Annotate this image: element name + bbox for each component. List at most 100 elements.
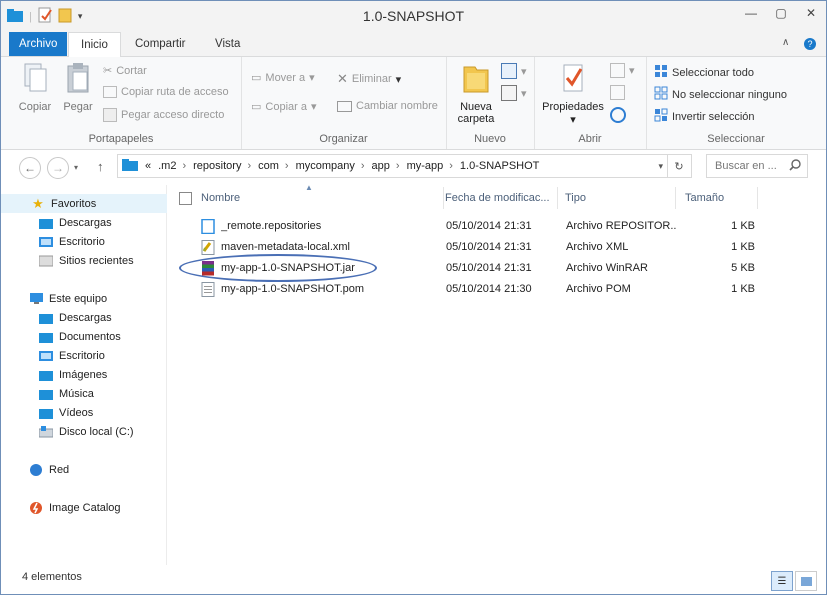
properties-icon — [540, 61, 606, 98]
breadcrumb-item[interactable]: mycompany — [296, 160, 355, 172]
nav-label: Este equipo — [49, 292, 108, 305]
properties-button[interactable]: Propiedades ▾ — [540, 61, 606, 126]
breadcrumb-item[interactable]: 1.0-SNAPSHOT — [460, 160, 539, 172]
refresh-button[interactable]: ↻ — [667, 154, 692, 178]
nav-pc-pictures[interactable]: Imágenes — [1, 365, 165, 384]
address-row: ← → ▾ ↑ « .m2 › repository › com › mycom… — [1, 150, 826, 184]
new-folder-label-2: carpeta — [457, 113, 495, 125]
nav-favorites[interactable]: ★ Favoritos — [1, 194, 195, 213]
details-view-button[interactable]: ☰ — [771, 571, 793, 591]
paste-button[interactable]: Pegar — [59, 61, 97, 113]
address-bar[interactable]: « .m2 › repository › com › mycompany › a… — [117, 154, 668, 178]
group-open: Propiedades ▾ ▾ Abrir — [534, 57, 647, 149]
breadcrumb-item[interactable]: .m2 — [158, 160, 176, 172]
chevron-right-icon[interactable]: › — [182, 160, 186, 172]
nav-fav-desktop[interactable]: Escritorio — [1, 232, 165, 251]
nav-label: Favoritos — [51, 197, 97, 210]
nav-pc-desktop[interactable]: Escritorio — [1, 346, 165, 365]
help-icon[interactable]: ? — [804, 38, 816, 50]
edit-button[interactable] — [610, 85, 625, 100]
navigation-pane: ★ Favoritos Descargas Escritorio Sitios r… — [1, 185, 195, 565]
xml-file-icon — [201, 240, 215, 255]
delete-icon: ✕ — [337, 71, 348, 86]
column-size[interactable]: Tamaño — [685, 187, 758, 209]
network-icon — [29, 463, 43, 476]
nav-pc-documents[interactable]: Documentos — [1, 327, 165, 346]
new-item-button[interactable]: ▾ — [501, 63, 527, 79]
nav-network[interactable]: Red — [1, 460, 165, 479]
search-box[interactable]: Buscar en ... — [706, 154, 808, 178]
cut-label: Cortar — [116, 64, 147, 77]
dropdown-icon: ▾ — [310, 101, 317, 113]
select-none-label: No seleccionar ninguno — [672, 88, 787, 101]
table-row[interactable]: maven-metadata-local.xml 05/10/2014 21:3… — [197, 237, 797, 258]
nav-pc-local-disk[interactable]: Disco local (C:) — [1, 422, 165, 441]
properties-label: Propiedades — [542, 101, 604, 113]
tab-home[interactable]: Inicio — [68, 32, 121, 58]
nav-fav-recent[interactable]: Sitios recientes — [1, 251, 165, 270]
minimize-icon[interactable]: — — [736, 1, 766, 25]
file-name: _remote.repositories — [221, 220, 322, 232]
chevron-right-icon[interactable]: › — [361, 160, 365, 172]
nav-pc-downloads[interactable]: Descargas — [1, 308, 165, 327]
address-dropdown-icon[interactable]: ▾ — [658, 161, 663, 172]
select-all-checkbox[interactable] — [179, 192, 192, 205]
cut-button[interactable]: ✂ Cortar — [103, 64, 147, 78]
move-to-button[interactable]: ▭ Mover a ▾ — [251, 71, 315, 85]
table-row[interactable]: my-app-1.0-SNAPSHOT.jar 05/10/2014 21:31… — [197, 258, 797, 279]
chevron-right-icon[interactable]: › — [396, 160, 400, 172]
paste-shortcut-button[interactable]: Pegar acceso directo — [103, 108, 224, 122]
tab-view[interactable]: Vista — [203, 32, 252, 56]
arrow-right-icon: → — [52, 161, 64, 175]
breadcrumb-overflow[interactable]: « — [145, 160, 151, 172]
close-icon[interactable]: ✕ — [796, 1, 826, 25]
breadcrumb-item[interactable]: app — [372, 160, 390, 172]
easy-access-button[interactable]: ▾ — [501, 85, 527, 101]
select-none-button[interactable]: No seleccionar ninguno — [654, 86, 787, 103]
copy-button[interactable]: Copiar — [15, 61, 55, 113]
breadcrumb-item[interactable]: repository — [193, 160, 241, 172]
rename-button[interactable]: Cambiar nombre — [337, 100, 438, 112]
nav-fav-downloads[interactable]: Descargas — [1, 213, 165, 232]
breadcrumb-item[interactable]: my-app — [407, 160, 444, 172]
group-label-organize: Organizar — [319, 133, 368, 145]
open-button[interactable]: ▾ — [610, 63, 635, 78]
generic-file-icon — [201, 218, 215, 235]
new-folder-button[interactable]: Nueva carpeta — [454, 61, 498, 125]
select-all-button[interactable]: Seleccionar todo — [654, 64, 754, 81]
tab-file[interactable]: Archivo — [9, 32, 68, 56]
recent-locations-icon[interactable]: ▾ — [74, 163, 78, 172]
tab-share[interactable]: Compartir — [123, 32, 197, 56]
table-row[interactable]: my-app-1.0-SNAPSHOT.pom 05/10/2014 21:30… — [197, 279, 797, 300]
column-date[interactable]: Fecha de modificac... — [445, 187, 558, 209]
breadcrumb-item[interactable]: com — [258, 160, 279, 172]
large-icons-view-button[interactable] — [795, 571, 817, 591]
file-type: Archivo XML — [566, 241, 629, 253]
maximize-icon[interactable]: ▢ — [766, 1, 796, 25]
delete-button[interactable]: ✕ Eliminar ▾ — [337, 71, 401, 87]
table-row[interactable]: _remote.repositories 05/10/2014 21:31 Ar… — [197, 216, 797, 237]
minimize-ribbon-icon[interactable]: ∧ — [782, 37, 789, 48]
back-button[interactable]: ← — [19, 157, 41, 179]
copy-path-button[interactable]: Copiar ruta de acceso — [103, 86, 229, 98]
copy-to-button[interactable]: ▭ Copiar a ▾ — [251, 100, 317, 114]
column-type[interactable]: Tipo — [565, 187, 676, 209]
nav-label: Image Catalog — [49, 501, 121, 514]
chevron-right-icon[interactable]: › — [285, 160, 289, 172]
nav-pc-music[interactable]: Música — [1, 384, 165, 403]
invert-selection-button[interactable]: Invertir selección — [654, 108, 755, 125]
history-button[interactable] — [610, 107, 626, 123]
file-date: 05/10/2014 21:30 — [446, 283, 532, 295]
forward-button[interactable]: → — [47, 157, 69, 179]
nav-pc-videos[interactable]: Vídeos — [1, 403, 165, 422]
pictures-folder-icon — [39, 368, 53, 381]
column-name[interactable]: Nombre — [197, 187, 444, 209]
file-name: my-app-1.0-SNAPSHOT.jar — [221, 262, 355, 274]
chevron-right-icon[interactable]: › — [449, 160, 453, 172]
dropdown-icon: ▾ — [629, 65, 635, 77]
chevron-right-icon[interactable]: › — [247, 160, 251, 172]
delete-label: Eliminar — [351, 73, 392, 85]
nav-image-catalog[interactable]: Image Catalog — [1, 498, 165, 517]
up-button[interactable]: ↑ — [97, 159, 104, 174]
nav-this-pc[interactable]: Este equipo — [1, 289, 165, 308]
